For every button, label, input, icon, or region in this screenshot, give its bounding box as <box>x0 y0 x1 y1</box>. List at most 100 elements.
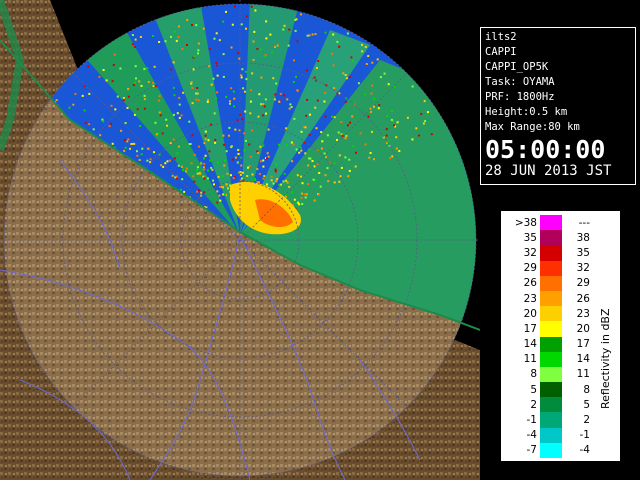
echo-pixel <box>295 75 297 78</box>
echo-pixel <box>250 5 253 8</box>
echo-pixel <box>275 163 277 165</box>
echo-pixel <box>262 144 265 147</box>
echo-pixel <box>136 108 139 111</box>
radar-map <box>0 0 480 480</box>
echo-pixel <box>196 172 199 175</box>
echo-pixel <box>174 176 177 179</box>
echo-pixel <box>234 156 237 159</box>
echo-pixel <box>226 172 229 175</box>
echo-pixel <box>257 181 260 184</box>
echo-pixel <box>371 84 374 87</box>
echo-pixel <box>193 180 196 183</box>
echo-pixel <box>254 9 257 12</box>
legend-table: >38 --- 35 38 32 35 29 32 26 29 23 26 20 23 17 20 14 17 11… <box>509 215 592 458</box>
echo-pixel <box>227 187 229 190</box>
echo-pixel <box>177 145 180 148</box>
echo-pixel <box>124 146 127 149</box>
echo-pixel <box>304 152 307 155</box>
echo-pixel <box>344 74 347 76</box>
echo-pixel <box>300 197 303 199</box>
echo-pixel <box>210 166 213 169</box>
echo-pixel <box>199 172 202 175</box>
echo-pixel <box>317 60 320 62</box>
echo-pixel <box>143 68 146 70</box>
echo-pixel <box>228 134 230 137</box>
echo-pixel <box>178 116 181 119</box>
echo-pixel <box>327 180 330 183</box>
echo-pixel <box>228 126 231 129</box>
echo-pixel <box>265 37 268 40</box>
echo-pixel <box>83 109 86 112</box>
echo-pixel <box>98 75 101 78</box>
echo-pixel <box>264 98 267 101</box>
echo-pixel <box>133 45 136 48</box>
echo-pixel <box>223 164 226 167</box>
echo-pixel <box>296 89 299 92</box>
echo-pixel <box>395 136 398 139</box>
echo-pixel <box>304 196 307 199</box>
echo-pixel <box>160 164 163 167</box>
echo-pixel <box>271 51 273 54</box>
echo-pixel <box>153 65 156 68</box>
echo-pixel <box>223 143 226 146</box>
echo-pixel <box>355 151 357 154</box>
echo-pixel <box>181 178 184 181</box>
echo-pixel <box>240 74 243 77</box>
echo-pixel <box>301 182 304 185</box>
echo-pixel <box>215 61 218 64</box>
echo-pixel <box>143 107 146 110</box>
legend-row: -7 -4 <box>509 442 592 458</box>
echo-pixel <box>92 128 95 131</box>
echo-pixel <box>266 152 269 155</box>
echo-pixel <box>218 194 221 197</box>
echo-pixel <box>170 68 173 71</box>
echo-pixel <box>317 193 320 196</box>
echo-pixel <box>136 154 139 157</box>
echo-pixel <box>272 77 275 80</box>
legend-lower-bound: 20 <box>523 307 537 320</box>
echo-pixel <box>338 180 341 183</box>
echo-pixel <box>223 193 226 196</box>
echo-pixel <box>178 103 181 106</box>
legend-lower-bound: 32 <box>523 246 537 259</box>
echo-pixel <box>418 134 421 137</box>
echo-pixel <box>204 138 207 141</box>
echo-pixel <box>147 81 150 83</box>
echo-pixel <box>225 10 227 13</box>
echo-pixel <box>232 90 235 93</box>
echo-pixel <box>192 175 195 178</box>
echo-pixel <box>210 83 213 86</box>
echo-pixel <box>373 97 376 100</box>
echo-pixel <box>274 168 277 171</box>
echo-pixel <box>298 151 301 154</box>
echo-pixel <box>214 141 217 144</box>
echo-pixel <box>200 191 203 194</box>
echo-pixel <box>307 148 310 151</box>
echo-pixel <box>81 94 84 97</box>
echo-pixel <box>349 121 351 124</box>
echo-pixel <box>359 132 362 135</box>
echo-pixel <box>398 150 401 152</box>
echo-pixel <box>251 173 254 176</box>
echo-pixel <box>55 99 58 102</box>
echo-pixel <box>270 179 273 182</box>
echo-pixel <box>275 180 278 183</box>
echo-pixel <box>176 112 179 115</box>
echo-pixel <box>143 94 146 97</box>
echo-pixel <box>216 161 219 164</box>
echo-pixel <box>336 139 338 141</box>
echo-pixel <box>101 118 104 121</box>
legend-upper-bound: 11 <box>576 368 590 381</box>
legend-upper-bound: 26 <box>576 292 590 305</box>
echo-pixel <box>172 113 175 116</box>
echo-pixel <box>295 18 298 21</box>
echo-pixel <box>203 157 205 160</box>
legend-upper-bound: 29 <box>576 277 590 290</box>
echo-pixel <box>286 98 289 101</box>
echo-pixel <box>292 143 295 146</box>
echo-pixel <box>311 33 314 36</box>
echo-pixel <box>110 104 113 107</box>
echo-pixel <box>202 191 205 194</box>
legend-row: 26 29 <box>509 275 592 291</box>
echo-pixel <box>158 111 161 114</box>
